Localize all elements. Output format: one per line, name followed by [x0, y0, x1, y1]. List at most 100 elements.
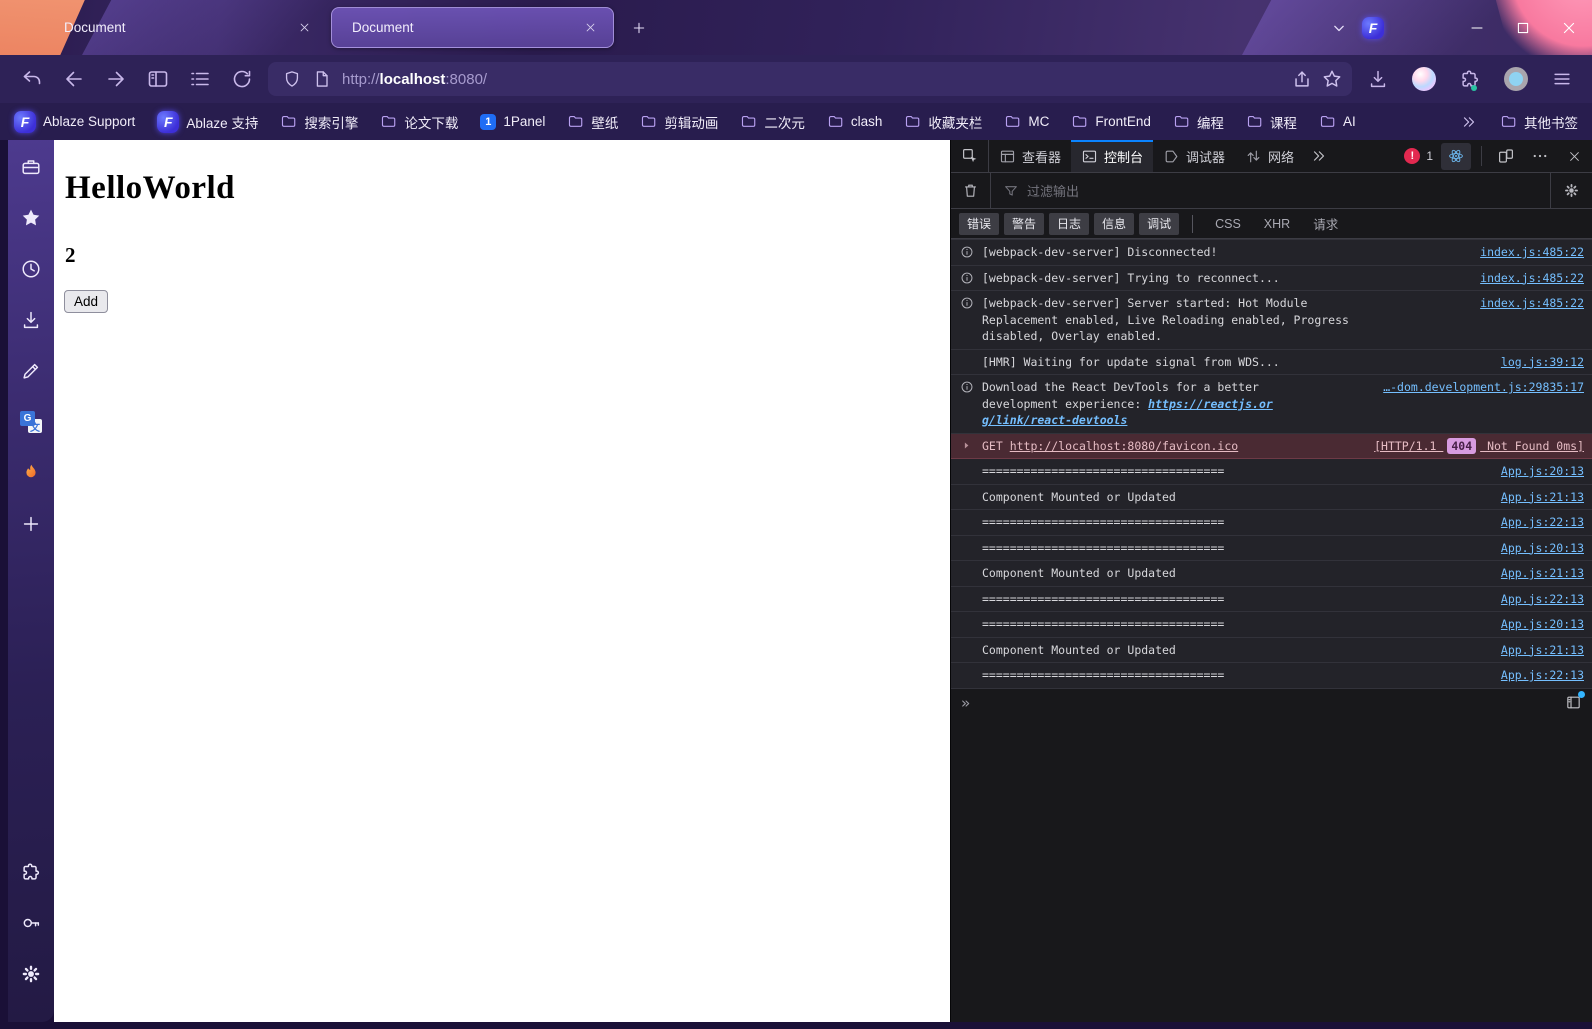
devtools-tab-网络[interactable]: 网络 [1235, 140, 1304, 172]
close-window-button[interactable] [1546, 0, 1592, 55]
downloads-button[interactable] [1362, 63, 1394, 95]
tracking-protection-icon[interactable] [280, 67, 304, 91]
request-url-link[interactable]: http://localhost:8080/favicon.ico [1010, 439, 1238, 453]
tab-close-icon[interactable] [579, 17, 601, 39]
bookmark-item[interactable]: clash [827, 113, 882, 130]
source-link[interactable]: index.js:485:22 [1480, 270, 1584, 287]
message-text: Download the React DevTools for a better… [982, 380, 1273, 428]
source-link[interactable]: App.js:20:13 [1501, 616, 1584, 633]
add-button[interactable]: Add [64, 290, 109, 313]
sidebar-button-notes[interactable] [14, 354, 48, 388]
react-devtools-button[interactable] [1441, 142, 1471, 170]
other-bookmarks-folder[interactable]: 其他书签 [1500, 112, 1578, 132]
sidebar-toggle-button[interactable] [142, 63, 174, 95]
split-console-button[interactable] [1565, 691, 1585, 711]
devtools-more-tabs-button[interactable] [1304, 140, 1334, 172]
bookmark-item[interactable]: 论文下载 [380, 112, 458, 132]
source-link[interactable]: App.js:21:13 [1501, 565, 1584, 582]
sidebar-button-flame-extension[interactable] [14, 456, 48, 490]
account-avatar[interactable] [1408, 63, 1440, 95]
reload-button[interactable] [226, 63, 258, 95]
bookmark-item[interactable]: AI [1319, 113, 1356, 130]
bookmark-item[interactable]: 壁纸 [567, 112, 618, 132]
minimize-button[interactable] [1454, 0, 1500, 55]
back-button[interactable] [58, 63, 90, 95]
undo-button[interactable] [16, 63, 48, 95]
bookmark-item[interactable]: 收藏夹栏 [904, 112, 982, 132]
source-link[interactable]: App.js:21:13 [1501, 489, 1584, 506]
sidebar-button-settings[interactable] [14, 957, 48, 991]
url-bar[interactable]: http://localhost:8080/ [268, 62, 1352, 96]
bookmark-item[interactable]: F Ablaze Support [14, 110, 135, 133]
bookmark-item[interactable]: 搜索引擎 [280, 112, 358, 132]
info-icon [960, 245, 975, 259]
close-devtools-button[interactable] [1560, 143, 1588, 169]
bookmark-item[interactable]: 编程 [1173, 112, 1224, 132]
source-link[interactable]: App.js:20:13 [1501, 540, 1584, 557]
profile-button[interactable] [1500, 63, 1532, 95]
filter-chip[interactable]: 日志 [1049, 212, 1090, 235]
console-settings-button[interactable] [1550, 173, 1592, 208]
bookmark-item[interactable]: 1 1Panel [480, 113, 545, 130]
bookmark-item[interactable]: MC [1004, 113, 1049, 130]
app-menu-button[interactable] [1546, 63, 1578, 95]
clear-console-button[interactable] [951, 173, 991, 208]
source-link[interactable]: App.js:21:13 [1501, 642, 1584, 659]
filter-chip[interactable]: 警告 [1004, 212, 1045, 235]
tab-close-icon[interactable] [293, 17, 315, 39]
source-link[interactable]: App.js:22:13 [1501, 514, 1584, 531]
sidebar-button-passwords[interactable] [14, 906, 48, 940]
share-button[interactable] [1290, 67, 1314, 91]
bookmark-item[interactable]: F Ablaze 支持 [157, 110, 258, 133]
site-info-icon[interactable] [310, 67, 334, 91]
source-link[interactable]: App.js:22:13 [1501, 667, 1584, 684]
source-link[interactable]: log.js:39:12 [1501, 354, 1584, 371]
devtools-tab-查看器[interactable]: 查看器 [989, 140, 1071, 172]
filter-text-button[interactable]: 请求 [1304, 212, 1347, 235]
filter-text-button[interactable]: XHR [1255, 215, 1299, 233]
sidebar-button-browser-manager[interactable] [14, 150, 48, 184]
browser-tab[interactable]: Document [331, 7, 614, 48]
tab-list-button[interactable] [1322, 11, 1356, 45]
maximize-button[interactable] [1500, 0, 1546, 55]
new-tab-button[interactable] [622, 11, 656, 45]
sidebar-button-addons[interactable] [14, 855, 48, 889]
filter-chip[interactable]: 信息 [1094, 212, 1135, 235]
reader-list-button[interactable] [184, 63, 216, 95]
message-link[interactable]: https://reactjs.or g/link/react-devtools [982, 397, 1273, 428]
devtools-tab-label: 网络 [1268, 149, 1295, 165]
responsive-mode-button[interactable] [1492, 143, 1520, 169]
sidebar-button-add-panel[interactable] [14, 507, 48, 541]
element-picker-button[interactable] [951, 140, 989, 172]
source-link[interactable]: index.js:485:22 [1480, 244, 1584, 261]
source-link[interactable]: App.js:22:13 [1501, 591, 1584, 608]
sidebar-button-translate[interactable]: 文G [14, 405, 48, 439]
console-input-row[interactable]: » [951, 689, 1592, 717]
source-link[interactable]: App.js:20:13 [1501, 463, 1584, 480]
devtools-menu-button[interactable] [1526, 143, 1554, 169]
url-text[interactable]: http://localhost:8080/ [342, 71, 1282, 88]
error-count-badge[interactable]: ! [1404, 148, 1421, 164]
source-link[interactable]: …-dom.development.js:29835:17 [1383, 379, 1584, 396]
filter-chip[interactable]: 调试 [1139, 212, 1180, 235]
sidebar-button-bookmarks[interactable] [14, 201, 48, 235]
bookmark-page-button[interactable] [1320, 67, 1344, 91]
bookmark-item[interactable]: 剪辑动画 [640, 112, 718, 132]
filter-text-button[interactable]: CSS [1206, 215, 1250, 233]
filter-input[interactable]: 过滤输出 [991, 181, 1550, 200]
bookmark-item[interactable]: 二次元 [740, 112, 805, 132]
sidebar-button-history[interactable] [14, 252, 48, 286]
expand-arrow-icon[interactable] [960, 439, 975, 452]
extensions-button[interactable] [1454, 63, 1486, 95]
browser-tab[interactable]: Document [44, 7, 327, 48]
sidebar-button-downloads[interactable] [14, 303, 48, 337]
bookmarks-overflow-button[interactable] [1460, 113, 1478, 131]
bookmark-item[interactable]: 课程 [1246, 112, 1297, 132]
bookmark-item[interactable]: FrontEnd [1071, 113, 1151, 130]
devtools-tab-控制台[interactable]: 控制台 [1071, 140, 1154, 172]
devtools-tab-调试器[interactable]: 调试器 [1153, 140, 1235, 172]
source-link[interactable]: index.js:485:22 [1480, 295, 1584, 312]
status-code-badge: 404 [1447, 437, 1477, 454]
forward-button[interactable] [100, 63, 132, 95]
filter-chip[interactable]: 错误 [959, 212, 1000, 235]
